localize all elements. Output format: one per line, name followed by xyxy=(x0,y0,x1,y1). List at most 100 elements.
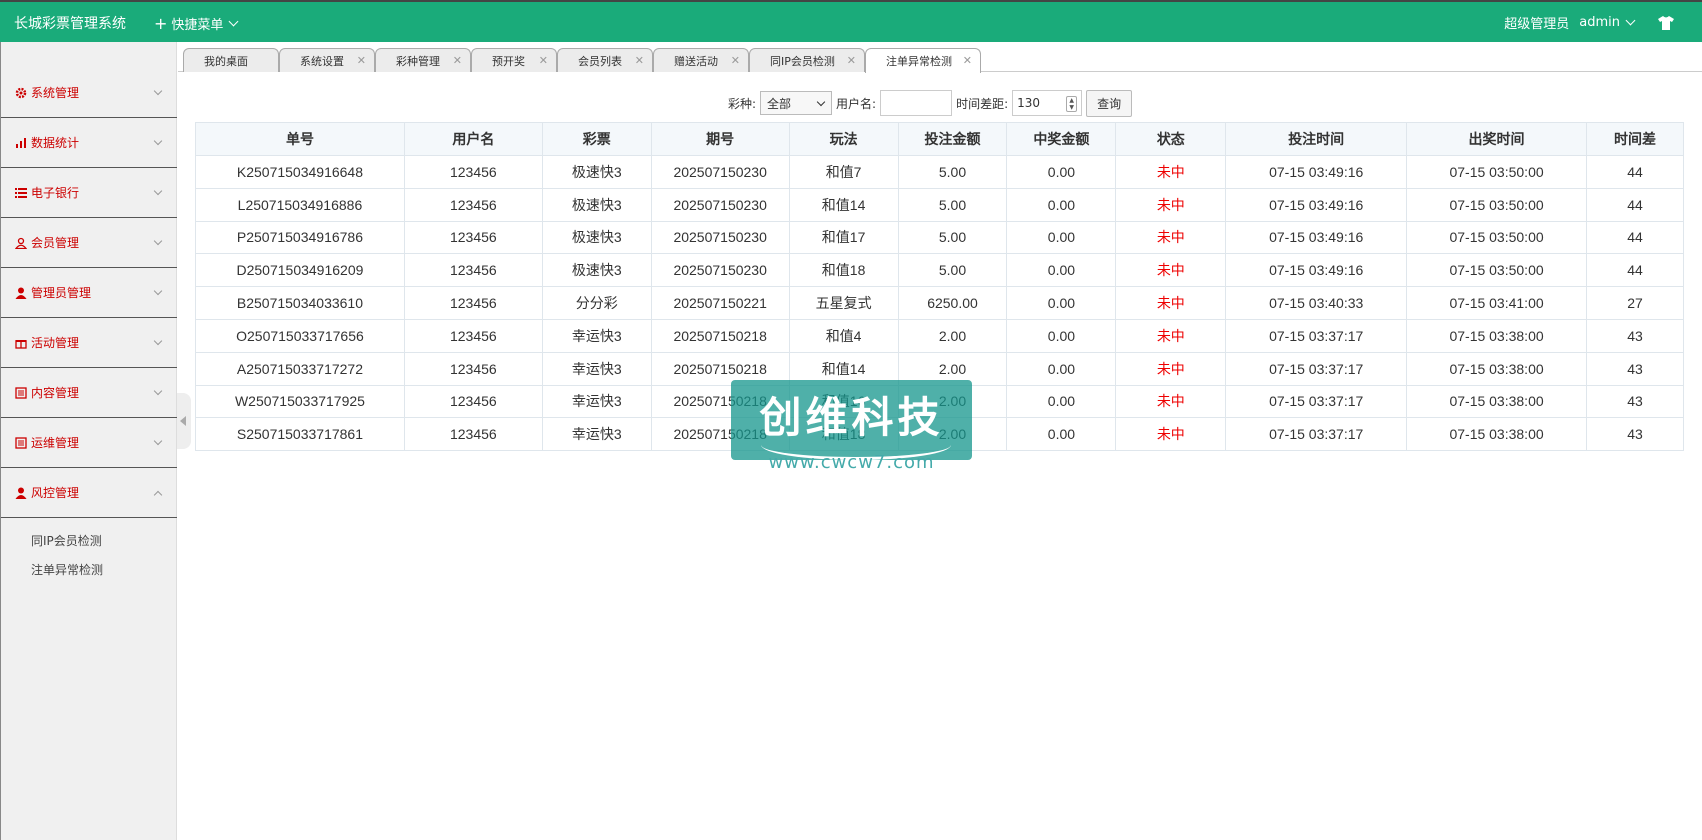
document-icon xyxy=(15,386,27,399)
close-icon[interactable]: ✕ xyxy=(847,54,856,67)
close-icon[interactable]: ✕ xyxy=(731,54,740,67)
tab-gift-activity[interactable]: 赠送活动 ✕ xyxy=(653,48,749,72)
table-cell: 123456 xyxy=(403,384,543,419)
sidebar-subitem-bet-anomaly[interactable]: 注单异常检测 xyxy=(31,561,103,578)
table-cell: 202507150230 xyxy=(650,187,790,222)
table-cell: 07-15 03:37:17 xyxy=(1225,318,1408,353)
table-cell: 07-15 03:38:00 xyxy=(1406,417,1587,452)
close-icon[interactable]: ✕ xyxy=(539,54,548,67)
timediff-value: 130 xyxy=(1017,96,1041,110)
chevron-up-icon xyxy=(153,490,163,500)
table-cell: 123456 xyxy=(403,220,543,255)
lottery-select-value: 全部 xyxy=(767,96,792,111)
quick-menu-button[interactable]: + 快捷菜单 xyxy=(154,14,239,33)
table-cell: 07-15 03:40:33 xyxy=(1225,286,1408,320)
table-row: L250715034916886 123456 极速快3 202507150230 和值… xyxy=(195,187,1685,222)
table-cell: 极速快3 xyxy=(541,253,652,288)
tab-bar: 我的桌面 系统设置 ✕ 彩种管理 ✕ 预开奖 ✕ 会员列表 ✕ 赠送活动 ✕ 同… xyxy=(178,42,1702,73)
table-cell: 0.00 xyxy=(1006,286,1117,320)
table-cell: 07-15 03:49:16 xyxy=(1225,155,1408,189)
table-cell: 43 xyxy=(1585,384,1685,419)
col-header-username: 用户名 xyxy=(403,122,543,156)
sidebar: 系统管理 数据统计 电子银行 会员管理 管理员管理 活动管理 内容管理 运维管理 xyxy=(0,42,177,840)
table-row: O250715033717656 123456 幸运快3 202507150218 和值… xyxy=(195,318,1685,353)
app-title: 长城彩票管理系统 xyxy=(14,16,126,32)
sidebar-subitem-same-ip[interactable]: 同IP会员检测 xyxy=(31,532,102,549)
user-menu-button[interactable]: admin xyxy=(1579,15,1636,30)
table-cell: 0.00 xyxy=(1006,187,1117,222)
lottery-select[interactable]: 全部 xyxy=(760,91,833,115)
table-cell: 和值4 xyxy=(788,318,899,353)
tab-same-ip[interactable]: 同IP会员检测 ✕ xyxy=(749,48,865,72)
tab-label: 系统设置 xyxy=(300,54,344,68)
table-cell: 202507150221 xyxy=(650,286,790,320)
timediff-input[interactable]: 130 ▲ ▼ xyxy=(1012,90,1083,116)
tab-bet-anomaly[interactable]: 注单异常检测 ✕ xyxy=(865,48,981,73)
col-header-draw-time: 出奖时间 xyxy=(1406,122,1587,156)
table-cell: 2.00 xyxy=(897,351,1008,386)
table-cell: 0.00 xyxy=(1006,318,1117,353)
close-icon[interactable]: ✕ xyxy=(357,54,366,67)
sidebar-item-members[interactable]: 会员管理 xyxy=(1,218,177,268)
sidebar-item-admins[interactable]: 管理员管理 xyxy=(1,268,177,318)
table-cell: K250715034916648 xyxy=(195,155,405,189)
table-cell: 202507150230 xyxy=(650,155,790,189)
close-icon[interactable]: ✕ xyxy=(453,54,462,67)
tab-label: 彩种管理 xyxy=(396,54,440,68)
table-cell: 极速快3 xyxy=(541,155,652,189)
table-row: A250715033717272 123456 幸运快3 202507150218 和值… xyxy=(195,351,1685,386)
table-row: S250715033717861 123456 幸运快3 202507150218 和值… xyxy=(195,417,1685,452)
sidebar-item-label: 风控管理 xyxy=(31,486,80,500)
sidebar-item-ebank[interactable]: 电子银行 xyxy=(1,168,177,218)
sidebar-item-system[interactable]: 系统管理 xyxy=(1,68,177,118)
tab-desktop[interactable]: 我的桌面 xyxy=(183,48,279,72)
table-cell: 07-15 03:49:16 xyxy=(1225,187,1408,222)
close-icon[interactable]: ✕ xyxy=(963,54,972,67)
username-input[interactable] xyxy=(880,90,953,116)
sidebar-item-stats[interactable]: 数据统计 xyxy=(1,118,177,168)
table-cell: 和值18 xyxy=(788,253,899,288)
table-cell: 极速快3 xyxy=(541,187,652,222)
table-cell: 07-15 03:49:16 xyxy=(1225,220,1408,255)
table-cell: 202507150230 xyxy=(650,220,790,255)
table-cell: 未中 xyxy=(1115,318,1227,353)
table-cell: 123456 xyxy=(403,155,543,189)
table-cell: 43 xyxy=(1585,417,1685,452)
sidebar-item-content[interactable]: 内容管理 xyxy=(1,368,177,418)
tab-pre-draw[interactable]: 预开奖 ✕ xyxy=(471,48,557,72)
spinner-icon[interactable]: ▲ ▼ xyxy=(1066,96,1078,112)
document-icon xyxy=(15,436,27,449)
chevron-down-icon xyxy=(228,16,239,27)
table-cell: 和值14 xyxy=(788,187,899,222)
table-cell: 分分彩 xyxy=(541,286,652,320)
table-cell: 44 xyxy=(1585,253,1685,288)
skin-icon[interactable] xyxy=(1658,16,1674,30)
username-label: 用户名: xyxy=(836,96,877,111)
close-icon[interactable]: ✕ xyxy=(635,54,644,67)
table-cell: 0.00 xyxy=(1006,351,1117,386)
table-cell: 5.00 xyxy=(897,220,1008,255)
chevron-down-icon xyxy=(153,186,163,196)
tab-system-settings[interactable]: 系统设置 ✕ xyxy=(279,48,375,72)
table-cell: P250715034916786 xyxy=(195,220,405,255)
chevron-down-icon xyxy=(153,136,163,146)
col-header-play: 玩法 xyxy=(788,122,899,156)
sidebar-item-risk[interactable]: 风控管理 xyxy=(1,468,177,518)
tab-lottery-types[interactable]: 彩种管理 ✕ xyxy=(375,48,471,72)
table-cell: 123456 xyxy=(403,417,543,452)
sidebar-item-label: 数据统计 xyxy=(31,136,80,150)
table-row: D250715034916209 123456 极速快3 202507150230 和值… xyxy=(195,253,1685,288)
tab-member-list[interactable]: 会员列表 ✕ xyxy=(557,48,653,72)
table-cell: 未中 xyxy=(1115,286,1227,320)
sidebar-collapse-handle[interactable] xyxy=(177,393,191,449)
sidebar-item-activities[interactable]: 活动管理 xyxy=(1,318,177,368)
query-button[interactable]: 查询 xyxy=(1086,89,1133,117)
user-role: 超级管理员 xyxy=(1504,17,1570,32)
bar-chart-icon xyxy=(15,137,27,149)
table-cell: 123456 xyxy=(403,351,543,386)
table-cell: 未中 xyxy=(1115,187,1227,222)
table-cell: 幸运快3 xyxy=(541,351,652,386)
table-cell: 0.00 xyxy=(1006,220,1117,255)
table-cell: A250715033717272 xyxy=(195,351,405,386)
sidebar-item-ops[interactable]: 运维管理 xyxy=(1,418,177,468)
